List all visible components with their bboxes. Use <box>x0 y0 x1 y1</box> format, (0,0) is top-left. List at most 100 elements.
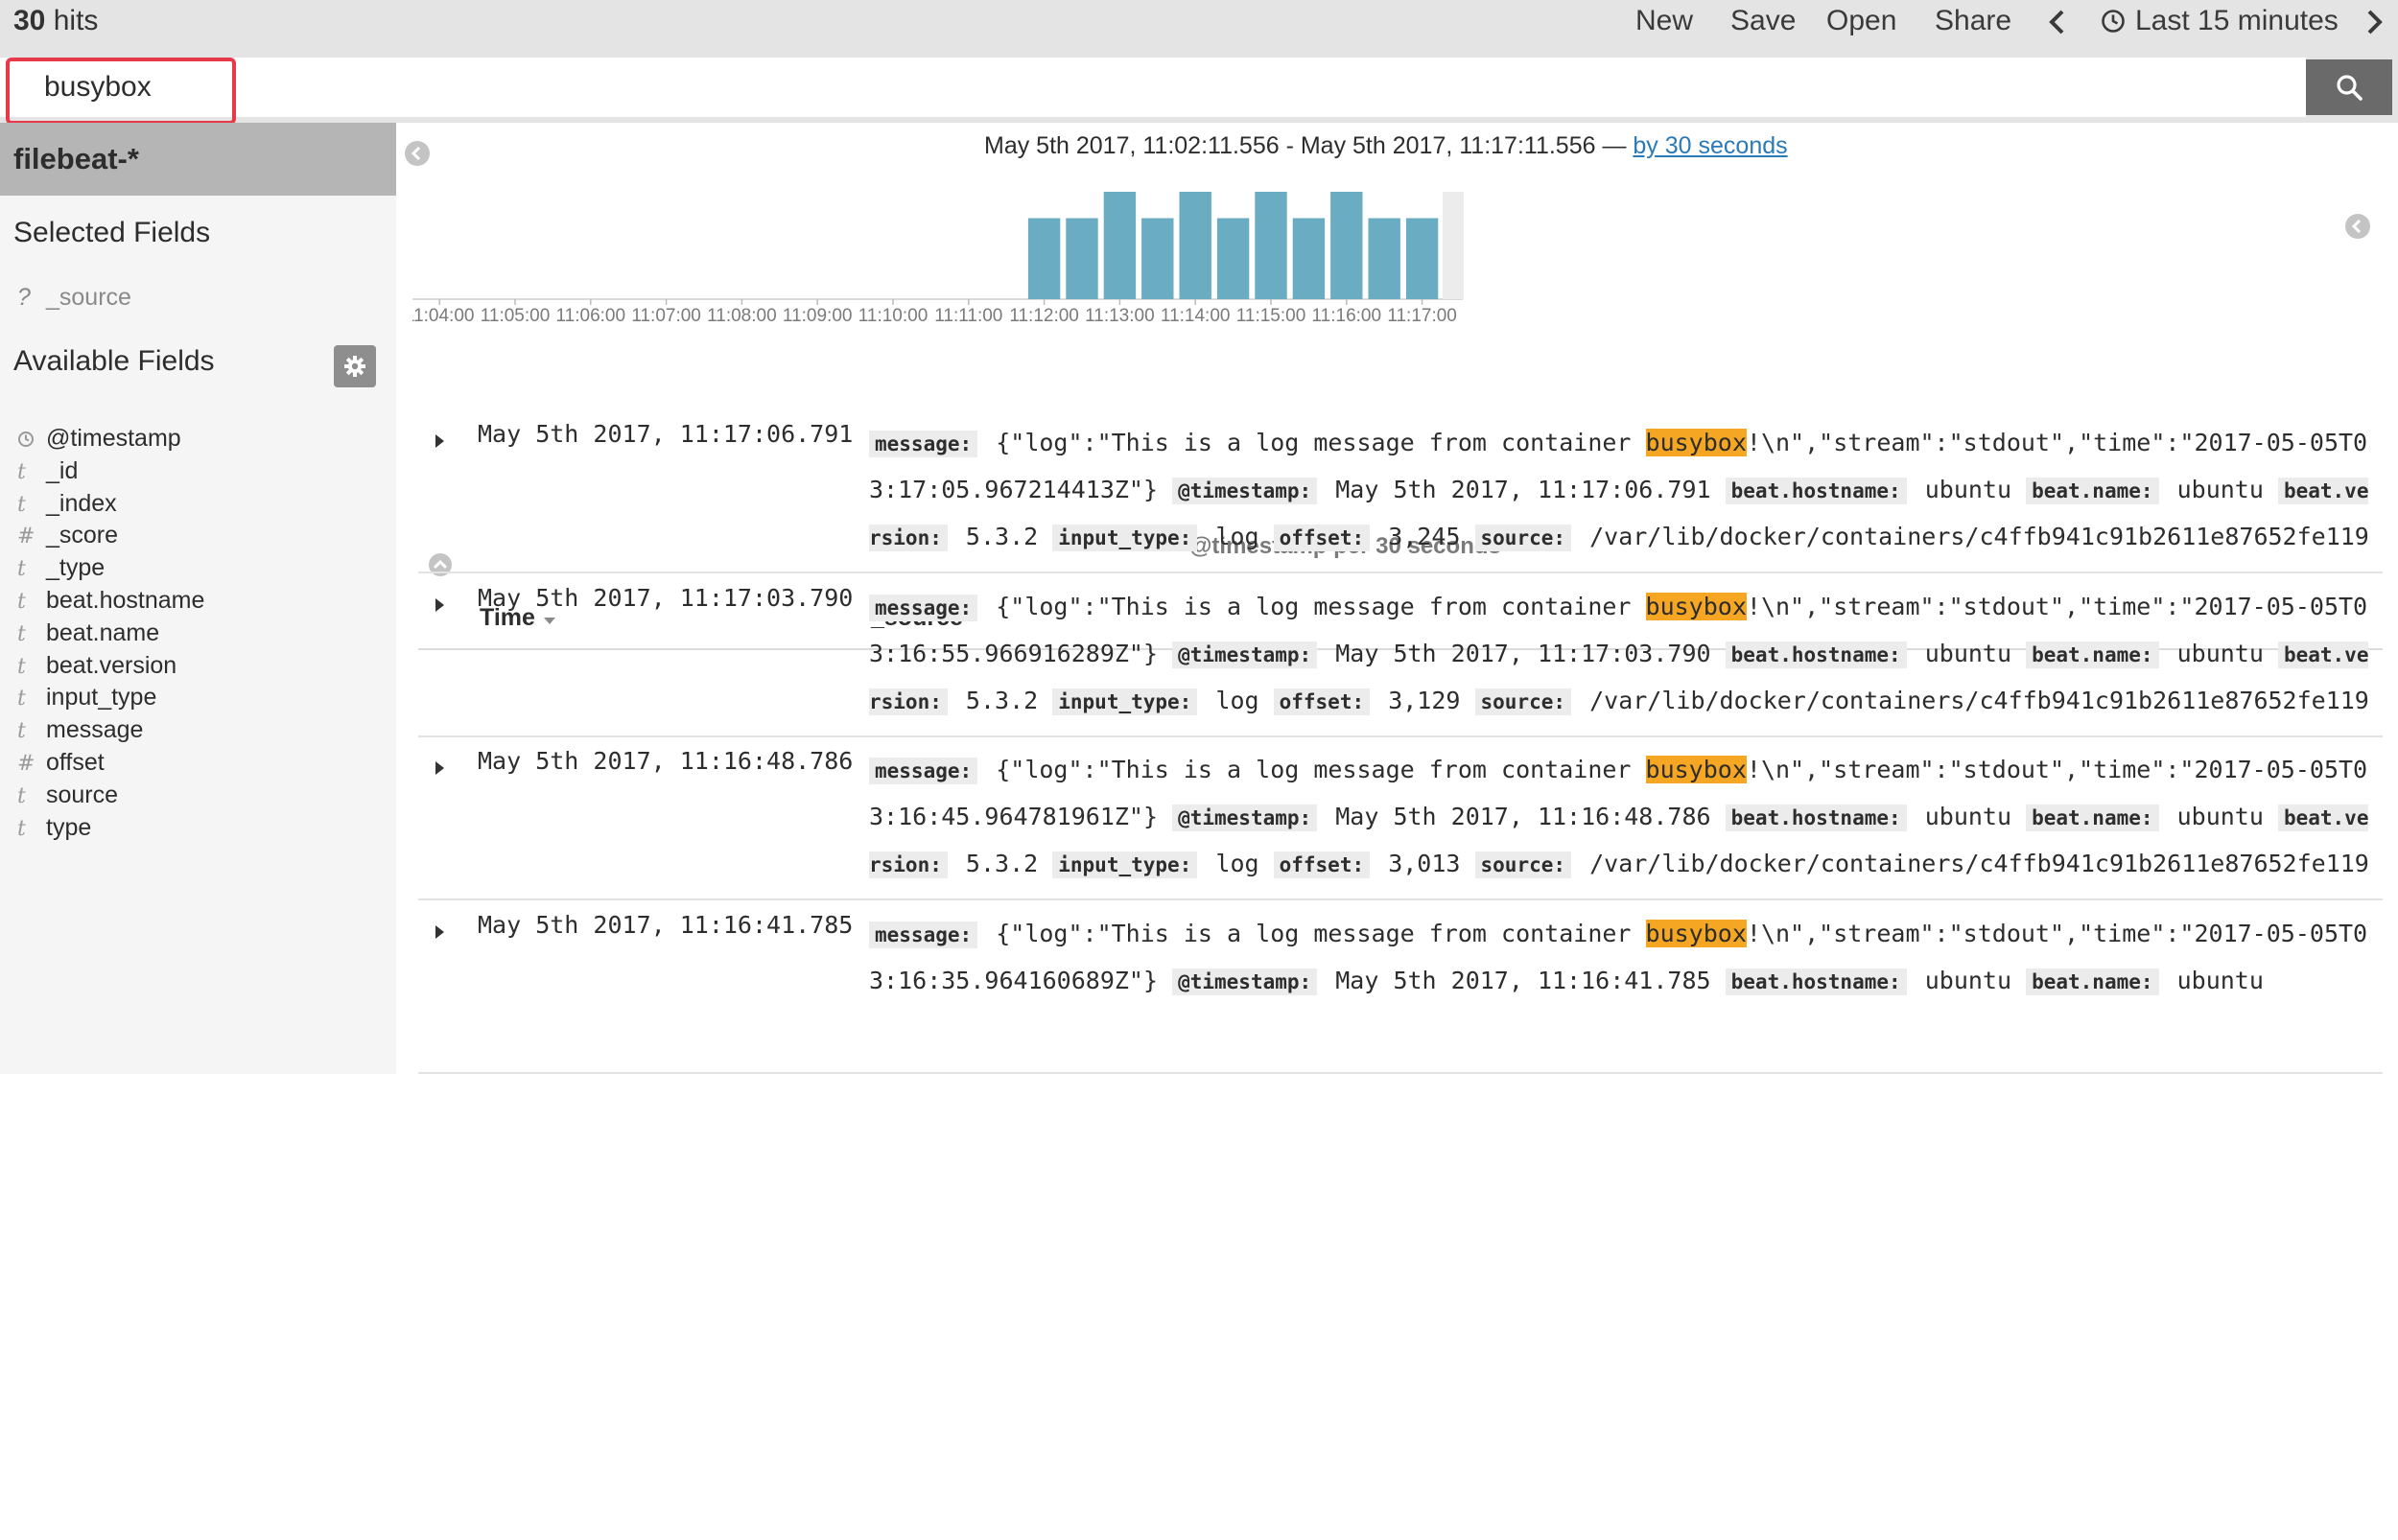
field-item[interactable]: t beat.name <box>17 617 159 649</box>
histogram-bar[interactable] <box>1330 192 1363 299</box>
source-field-value: May 5th 2017, 11:17:06.791 <box>1335 476 1711 503</box>
string-type-icon: t <box>17 654 26 679</box>
source-field-key: offset: <box>1273 525 1371 551</box>
search-hit-highlight: busybox <box>1645 592 1747 620</box>
top-nav: 30 hits New Save Open Share Last 15 minu… <box>0 0 2398 58</box>
source-field-value: ubuntu <box>2176 639 2264 667</box>
expand-caret-icon[interactable] <box>432 595 447 615</box>
open-button[interactable]: Open <box>1826 2 1896 40</box>
histogram-bar[interactable] <box>1292 218 1326 300</box>
row-time: May 5th 2017, 11:16:41.785 <box>478 910 854 939</box>
table-row[interactable]: May 5th 2017, 11:16:41.785 message: {"log… <box>418 899 2383 1074</box>
source-field-key: beat.hostname: <box>1725 968 1907 995</box>
table-row[interactable]: May 5th 2017, 11:17:03.790 message: {"log… <box>418 572 2383 737</box>
histogram-bar[interactable] <box>1103 192 1137 299</box>
histogram-bar[interactable] <box>1066 218 1098 300</box>
date-type-clock-icon <box>18 432 34 447</box>
field-item[interactable]: # _score <box>17 519 118 551</box>
field-settings-button[interactable] <box>334 345 376 387</box>
x-tick-label: 11:07:00 <box>631 306 701 326</box>
message-text: {"log":"This is a log message from conta… <box>996 592 1646 620</box>
source-field-value: May 5th 2017, 11:16:48.786 <box>1335 803 1711 830</box>
table-row[interactable]: May 5th 2017, 11:16:48.786 message: {"log… <box>418 735 2383 900</box>
source-field-value: ubuntu <box>2176 803 2264 830</box>
field-sidebar: filebeat-* Selected Fields ? _source Avai… <box>0 123 396 1074</box>
search-input[interactable] <box>0 58 2306 117</box>
row-source: message: {"log":"This is a log message f… <box>869 584 2375 735</box>
index-pattern-selector[interactable]: filebeat-* <box>0 123 396 196</box>
source-field-value: log <box>1215 850 1259 877</box>
field-item[interactable]: t beat.version <box>17 649 176 682</box>
x-tick-label: 11:05:00 <box>481 306 551 326</box>
x-tick-label: 11:13:00 <box>1085 306 1155 326</box>
field-name: _source <box>46 284 131 311</box>
histogram-bar[interactable] <box>1216 218 1250 300</box>
source-field-key: beat.name: <box>2026 968 2159 995</box>
field-item[interactable]: t _type <box>17 551 105 584</box>
expand-caret-icon[interactable] <box>432 758 447 778</box>
source-field-key: source: <box>1474 852 1572 878</box>
string-type-icon: t <box>17 621 26 646</box>
source-field-value: 5.3.2 <box>965 850 1039 877</box>
field-item[interactable]: t input_type <box>17 681 156 713</box>
x-tick-label: 11:14:00 <box>1161 306 1231 326</box>
histogram-bar[interactable] <box>1179 192 1211 299</box>
histogram-bar[interactable] <box>1405 218 1439 300</box>
field-item[interactable]: @timestamp <box>17 422 181 455</box>
source-field-key: input_type: <box>1052 852 1198 878</box>
source-field-key: @timestamp: <box>1172 968 1318 995</box>
x-tick-label: 11:08:00 <box>707 306 777 326</box>
histogram-bar[interactable] <box>1027 218 1061 300</box>
search-icon <box>2337 75 2363 101</box>
x-tick-label: 11:11:00 <box>934 306 1002 326</box>
source-field-value: 5.3.2 <box>965 686 1039 714</box>
search-hit-highlight: busybox <box>1645 756 1747 783</box>
share-button[interactable]: Share <box>1935 2 2011 40</box>
save-button[interactable]: Save <box>1730 2 1796 40</box>
histogram-bar[interactable] <box>1141 218 1174 300</box>
source-field-key: source: <box>1474 688 1572 715</box>
source-field-value: ubuntu <box>1924 639 2012 667</box>
field-item[interactable]: t source <box>17 779 118 811</box>
message-text: {"log":"This is a log message from conta… <box>996 919 1646 947</box>
time-picker[interactable]: Last 15 minutes <box>2101 2 2339 40</box>
chevron-right-icon[interactable] <box>2362 6 2388 38</box>
field-item[interactable]: # offset <box>17 746 105 779</box>
source-field-value: ubuntu <box>2176 476 2264 503</box>
source-field-key: source: <box>1474 525 1572 551</box>
field-item[interactable]: t _id <box>17 455 78 487</box>
source-field-key: beat.hostname: <box>1725 805 1907 831</box>
expand-caret-icon[interactable] <box>432 922 447 942</box>
source-field-value: ubuntu <box>1924 966 2012 994</box>
current-bucket-band <box>1443 192 1464 299</box>
histogram-bar[interactable] <box>1368 218 1400 300</box>
table-row[interactable]: May 5th 2017, 11:17:06.791 message: {"log… <box>418 408 2383 573</box>
source-field-key: message: <box>869 921 978 948</box>
field-item[interactable]: t type <box>17 811 91 844</box>
string-type-icon: t <box>17 816 26 841</box>
clock-icon <box>2102 10 2125 33</box>
expand-caret-icon[interactable] <box>432 432 447 451</box>
row-source: message: {"log":"This is a log message f… <box>869 747 2375 898</box>
field-item[interactable]: t beat.hostname <box>17 584 204 617</box>
search-hit-highlight: busybox <box>1645 429 1747 456</box>
interval-link[interactable]: by 30 seconds <box>1633 132 1787 159</box>
x-tick-label: 11:04:00 <box>412 306 474 326</box>
search-button[interactable] <box>2306 59 2392 115</box>
message-text: {"log":"This is a log message from conta… <box>996 756 1646 783</box>
sidebar-collapse-icon[interactable] <box>404 140 431 167</box>
histogram-bar[interactable] <box>1255 192 1287 299</box>
field-item[interactable]: t _index <box>17 487 117 520</box>
string-type-icon: t <box>17 719 26 744</box>
selected-field-source[interactable]: ? _source <box>17 284 131 312</box>
source-field-value: ubuntu <box>1924 476 2012 503</box>
new-button[interactable]: New <box>1635 2 1693 40</box>
chevron-left-icon[interactable] <box>2043 6 2070 38</box>
string-type-icon: t <box>17 783 26 808</box>
source-field-value: May 5th 2017, 11:16:41.785 <box>1335 966 1711 994</box>
source-field-key: offset: <box>1273 688 1371 715</box>
source-field-value: 3,129 <box>1388 686 1461 714</box>
hits-count: 30 hits <box>13 2 98 40</box>
field-item[interactable]: t message <box>17 713 143 746</box>
row-source: message: {"log":"This is a log message f… <box>869 420 2375 572</box>
